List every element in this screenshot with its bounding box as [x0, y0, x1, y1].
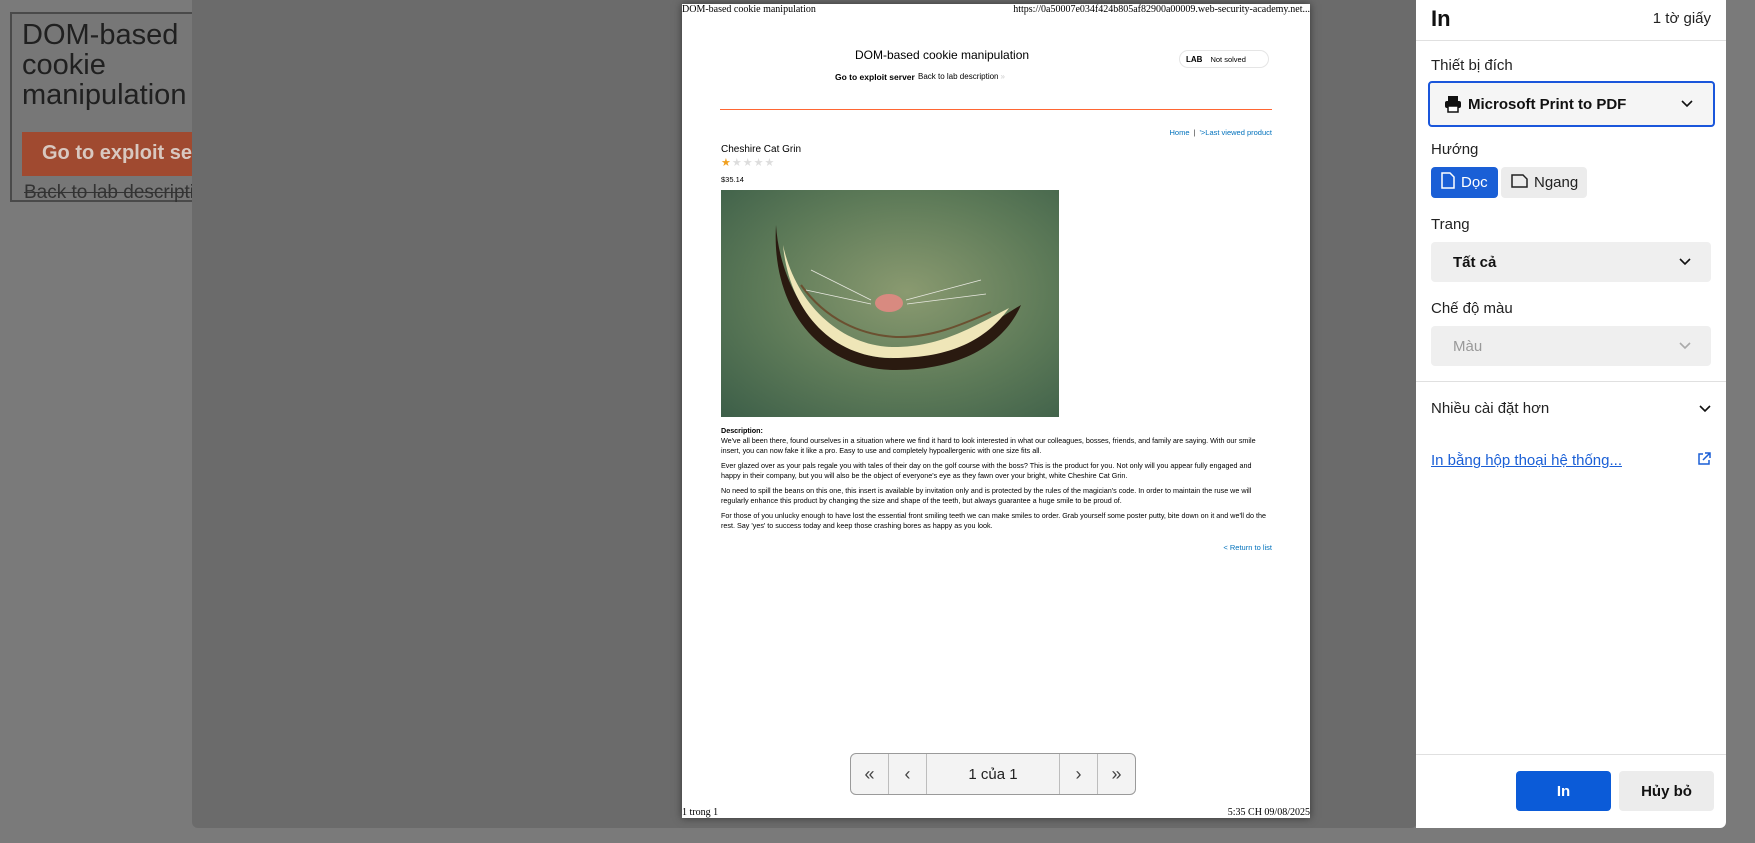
- color-mode-label: Chế độ màu: [1431, 300, 1513, 317]
- color-mode-value: Màu: [1453, 337, 1483, 355]
- divider: [1416, 40, 1726, 41]
- last-viewed-link: '>Last viewed product: [1199, 128, 1272, 137]
- sheet-count: 1 tờ giấy: [1652, 10, 1711, 27]
- nav-separator: |: [1193, 128, 1196, 137]
- double-chevron-left-icon: «: [864, 763, 875, 784]
- more-settings-label: Nhiều cài đặt hơn: [1431, 400, 1550, 417]
- return-to-list-link: < Return to list: [1223, 543, 1272, 552]
- product-image: [721, 190, 1059, 417]
- product-price: $35.14: [721, 175, 744, 184]
- description-paragraph: For those of you unlucky enough to have …: [721, 511, 1266, 530]
- description-label: Description:: [721, 426, 763, 435]
- landscape-page-icon: [1511, 173, 1528, 192]
- orientation-portrait-button[interactable]: Dọc: [1431, 167, 1498, 198]
- description-paragraph: Ever glazed over as your pals regale you…: [721, 461, 1252, 480]
- page-header-url: https://0a50007e034f424b805af82900a00009…: [1013, 4, 1310, 15]
- print-preview-area: DOM-based cookie manipulation https://0a…: [192, 0, 1417, 828]
- preview-page: DOM-based cookie manipulation https://0a…: [682, 4, 1310, 818]
- background-exploit-button: Go to exploit server: [22, 132, 200, 176]
- print-settings-panel: In 1 tờ giấy Thiết bị đích Microsoft Pri…: [1416, 0, 1726, 828]
- background-title: DOM-based cookie manipulation: [22, 19, 187, 111]
- previous-page-button[interactable]: ‹: [889, 754, 927, 794]
- chevron-down-icon: [1681, 97, 1693, 111]
- page-navigator: « ‹ 1 của 1 › »: [850, 753, 1136, 795]
- star-icon-empty: ★: [753, 157, 765, 169]
- background-back-link: Back to lab description: [24, 182, 200, 203]
- page-header-title: DOM-based cookie manipulation: [682, 4, 816, 15]
- product-nav: Home | '>Last viewed product: [1170, 128, 1273, 137]
- product-description: Description: We've all been there, found…: [721, 426, 1269, 536]
- exploit-server-link: Go to exploit server: [835, 72, 915, 82]
- portrait-page-icon: [1441, 172, 1455, 193]
- background-right-edge: [1726, 0, 1755, 843]
- divider: [1416, 754, 1726, 755]
- chevron-down-icon: [1699, 402, 1711, 416]
- back-arrow-icon: »: [1000, 72, 1005, 81]
- system-dialog-link[interactable]: In bằng hộp thoại hệ thống...: [1431, 452, 1622, 469]
- star-icon-empty: ★: [742, 157, 754, 169]
- divider: [1416, 381, 1726, 382]
- print-button[interactable]: In: [1516, 771, 1611, 811]
- orientation-landscape-button[interactable]: Ngang: [1501, 167, 1587, 198]
- chevron-left-icon: ‹: [904, 763, 911, 784]
- lab-description-link: Back to lab description»: [918, 72, 1005, 81]
- destination-value: Microsoft Print to PDF: [1468, 95, 1627, 113]
- printer-icon: [1444, 95, 1462, 113]
- description-paragraph: We've all been there, found ourselves in…: [721, 436, 1256, 455]
- destination-label: Thiết bị đích: [1431, 57, 1513, 74]
- panel-title: In: [1431, 6, 1451, 31]
- star-icon-empty: ★: [731, 157, 743, 169]
- star-icon-filled: ★: [721, 157, 732, 169]
- first-page-button[interactable]: «: [851, 754, 889, 794]
- cheshire-grin-illustration: [775, 225, 1021, 370]
- pages-value: Tất cả: [1453, 253, 1497, 271]
- product-name: Cheshire Cat Grin: [721, 144, 802, 155]
- cancel-button[interactable]: Hủy bỏ: [1619, 771, 1714, 811]
- chevron-right-icon: ›: [1075, 763, 1082, 784]
- chevron-down-icon: [1679, 255, 1691, 269]
- page-indicator: 1 của 1: [968, 765, 1018, 783]
- chevron-down-icon: [1679, 339, 1691, 353]
- double-chevron-right-icon: »: [1111, 763, 1122, 784]
- description-paragraph: No need to spill the beans on this one, …: [721, 486, 1252, 505]
- more-settings-toggle[interactable]: Nhiều cài đặt hơn: [1431, 400, 1711, 417]
- lab-title: DOM-based cookie manipulation: [854, 48, 1030, 62]
- header-divider: [720, 109, 1272, 110]
- last-page-button[interactable]: »: [1097, 754, 1135, 794]
- external-link-icon[interactable]: [1697, 452, 1711, 471]
- pages-label: Trang: [1431, 216, 1470, 233]
- star-icon-empty: ★: [764, 157, 776, 169]
- lab-badge-label: LAB: [1186, 54, 1203, 64]
- home-link: Home: [1169, 128, 1190, 137]
- lab-badge-status: Not solved: [1210, 54, 1246, 64]
- lab-description-label: Back to lab description: [918, 72, 999, 81]
- orientation-label: Hướng: [1431, 141, 1479, 158]
- orientation-landscape-label: Ngang: [1534, 174, 1579, 191]
- color-mode-select: Màu: [1431, 326, 1711, 366]
- destination-select[interactable]: Microsoft Print to PDF: [1428, 81, 1715, 127]
- lab-status-badge: LAB Not solved: [1179, 50, 1269, 68]
- page-footer-count: 1 trong 1: [682, 807, 719, 818]
- pages-select[interactable]: Tất cả: [1431, 242, 1711, 282]
- orientation-portrait-label: Dọc: [1461, 174, 1488, 191]
- next-page-button[interactable]: ›: [1059, 754, 1097, 794]
- page-footer-datetime: 5:35 CH 09/08/2025: [1227, 807, 1310, 818]
- rating-stars: ★★★★★: [721, 156, 775, 169]
